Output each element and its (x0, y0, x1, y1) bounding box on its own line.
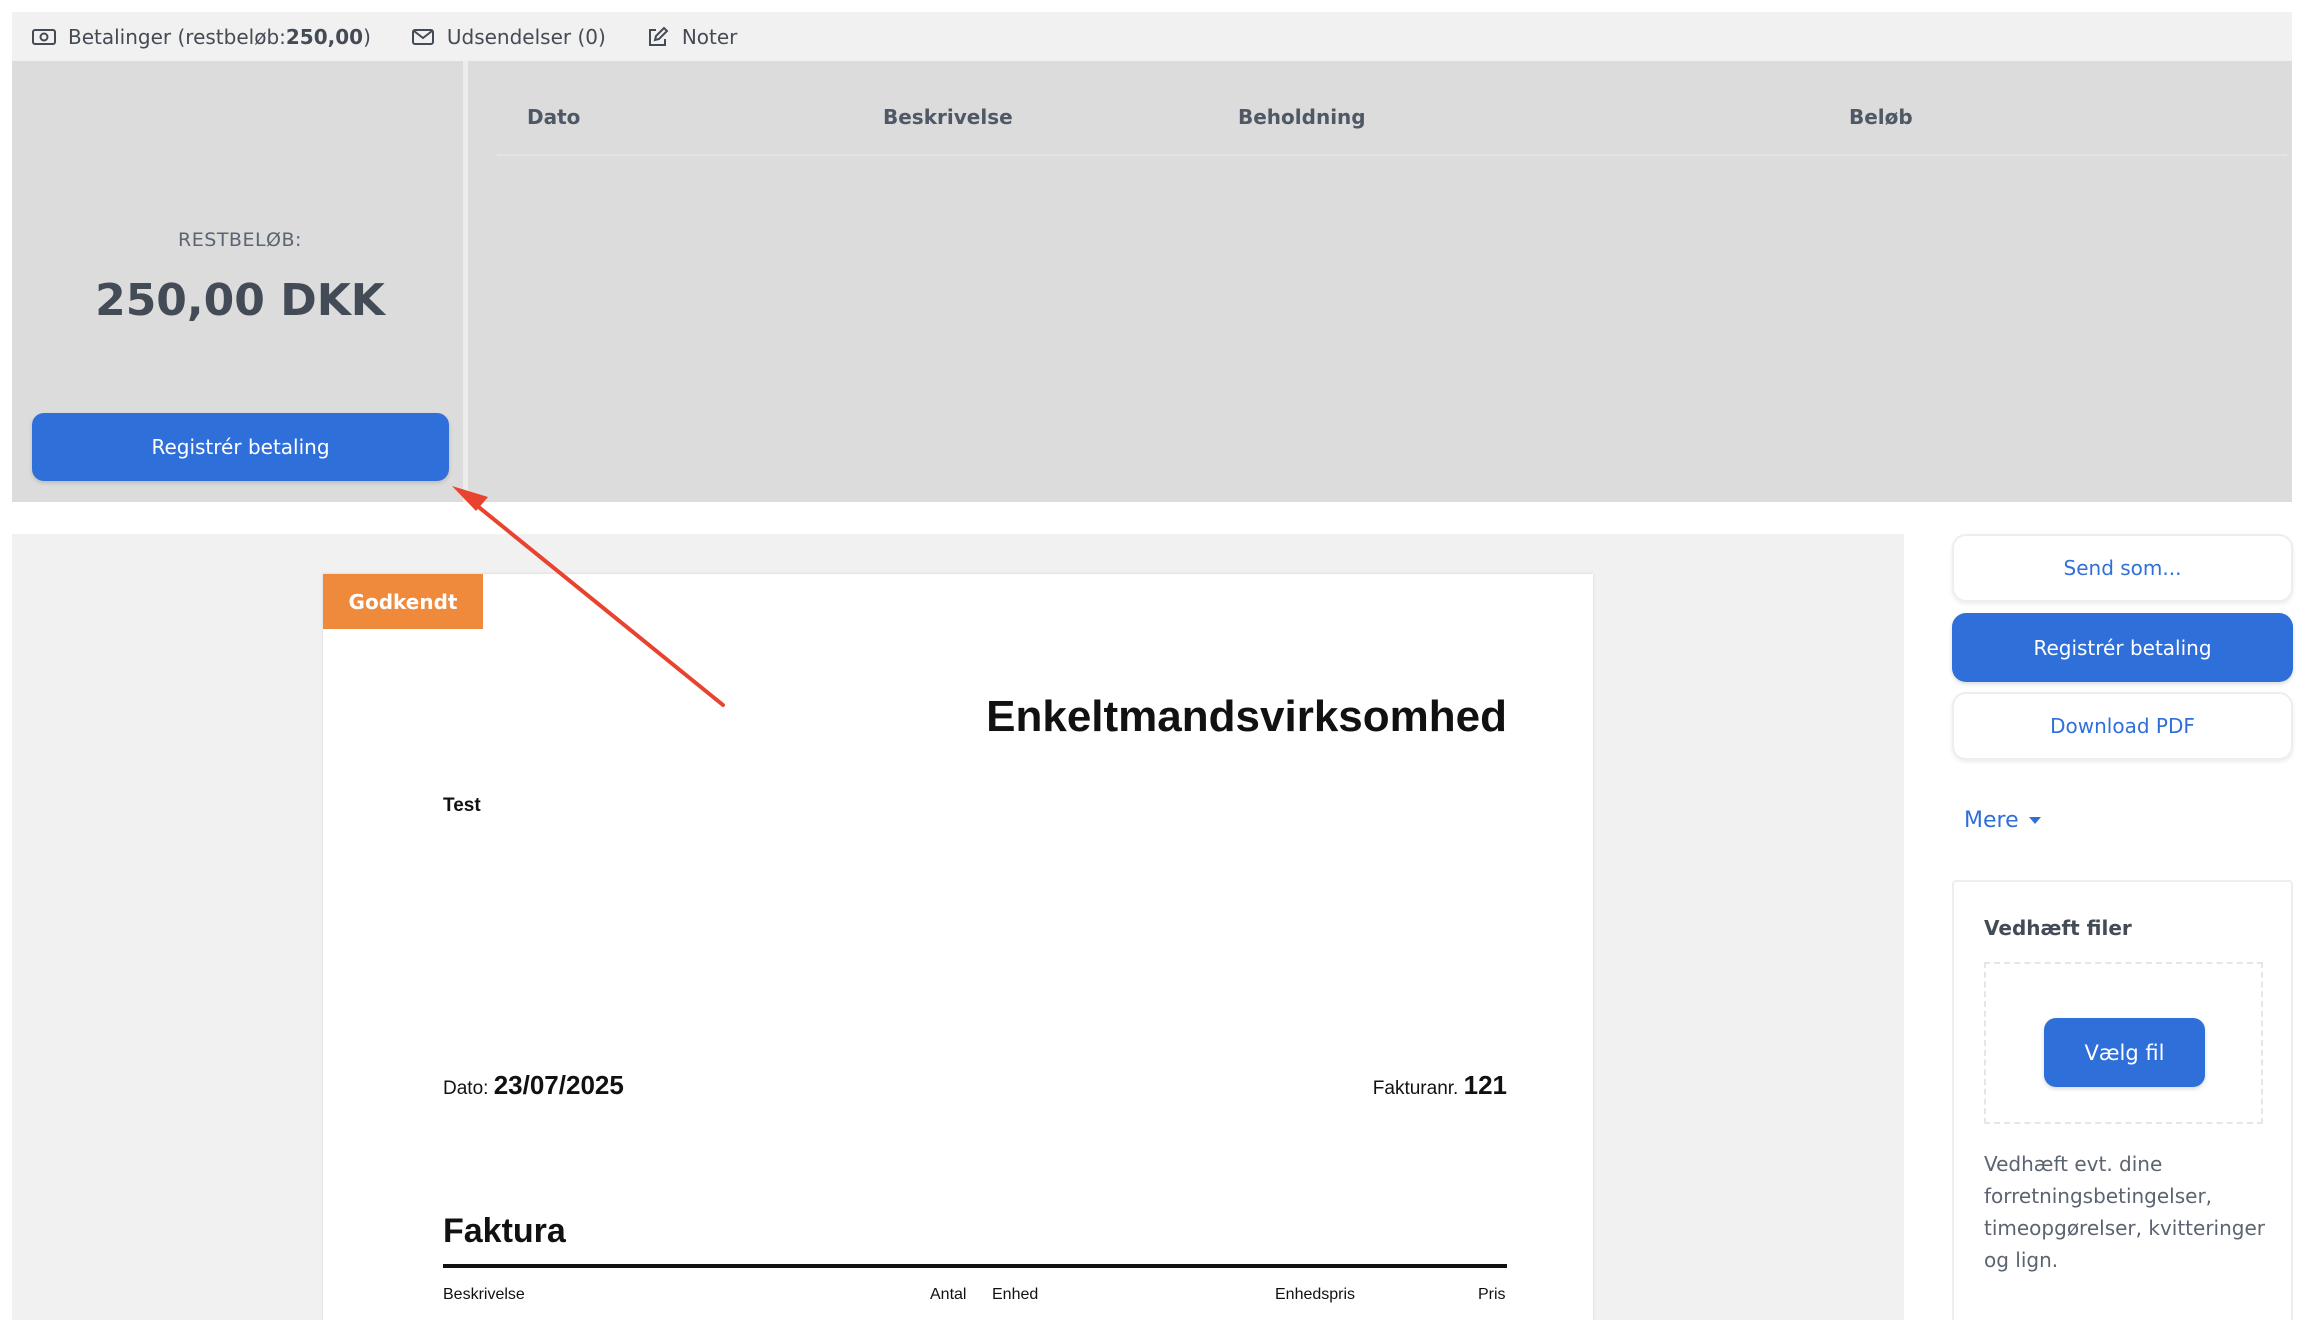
envelope-icon (411, 25, 435, 49)
register-payment-side-button[interactable]: Registrér betaling (1952, 613, 2293, 682)
tab-payments[interactable]: Betalinger (restbeløb: 250,00) (12, 12, 391, 61)
tab-dispatches[interactable]: Udsendelser (0) (391, 12, 626, 61)
invoice-number-value: 121 (1463, 1070, 1507, 1100)
edit-icon (646, 25, 670, 49)
invoice-number-label: Fakturanr. (1372, 1078, 1464, 1099)
more-dropdown[interactable]: Mere (1964, 808, 2041, 833)
payments-table-header: Dato Beskrivelse Beholdning Beløb (497, 61, 2287, 156)
register-payment-button[interactable]: Registrér betaling (32, 413, 449, 481)
invoice-date: Dato: 23/07/2025 (443, 1070, 624, 1101)
remaining-amount-box: RESTBELØB: 250,00 DKK Registrér betaling (12, 61, 468, 502)
payments-panel: RESTBELØB: 250,00 DKK Registrér betaling… (12, 61, 2292, 502)
column-header-amount[interactable]: Beløb (1849, 105, 1913, 129)
column-header-date[interactable]: Dato (527, 105, 580, 129)
remaining-label: RESTBELØB: (178, 229, 302, 251)
column-header-description[interactable]: Beskrivelse (883, 105, 1013, 129)
company-name: Enkeltmandsvirksomhed (986, 692, 1507, 741)
choose-file-button[interactable]: Vælg fil (2044, 1018, 2205, 1087)
remaining-amount: 250,00 DKK (95, 275, 385, 326)
invoice-number: Fakturanr. 121 (1373, 1070, 1507, 1101)
column-header-balance[interactable]: Beholdning (1238, 105, 1366, 129)
attach-files-panel: Vedhæft filer Vælg fil Vedhæft evt. dine… (1952, 880, 2293, 1320)
tab-payments-suffix: ) (363, 24, 371, 49)
send-as-button[interactable]: Send som... (1952, 534, 2293, 602)
money-icon (32, 25, 56, 49)
title-divider (443, 1264, 1507, 1268)
tab-notes[interactable]: Noter (626, 12, 758, 61)
document-title: Faktura (443, 1212, 566, 1250)
caret-down-icon (2028, 817, 2041, 824)
status-badge: Godkendt (323, 574, 483, 629)
attach-files-title: Vedhæft filer (1984, 916, 2132, 940)
download-pdf-button[interactable]: Download PDF (1952, 692, 2293, 760)
invoice-preview-area: Godkendt Enkeltmandsvirksomhed Test Dato… (12, 534, 1904, 1320)
attach-help-text: Vedhæft evt. dine forretningsbetingelser… (1984, 1152, 2265, 1272)
invoice-document: Godkendt Enkeltmandsvirksomhed Test Dato… (323, 574, 1593, 1320)
payments-table: Dato Beskrivelse Beholdning Beløb (497, 61, 2287, 156)
tab-dispatches-label: Udsendelser (0) (446, 24, 606, 49)
customer-name: Test (443, 795, 481, 816)
tab-payments-prefix: Betalinger (restbeløb: (68, 24, 286, 49)
more-dropdown-label: Mere (1964, 808, 2019, 833)
tab-payments-amount: 250,00 (285, 24, 364, 49)
line-header-unit-price: Enhedspris (1275, 1286, 1356, 1303)
invoice-date-label: Dato: (443, 1078, 494, 1099)
line-header-description: Beskrivelse (443, 1286, 525, 1303)
line-header-unit: Enhed (992, 1286, 1039, 1303)
tab-bar: Betalinger (restbeløb: 250,00) Udsendels… (12, 12, 2292, 61)
invoice-date-value: 23/07/2025 (493, 1070, 624, 1100)
tab-notes-label: Noter (681, 24, 738, 49)
line-header-price: Pris (1478, 1286, 1506, 1303)
line-header-quantity: Antal (930, 1286, 967, 1303)
file-dropzone[interactable]: Vælg fil (1984, 962, 2263, 1124)
